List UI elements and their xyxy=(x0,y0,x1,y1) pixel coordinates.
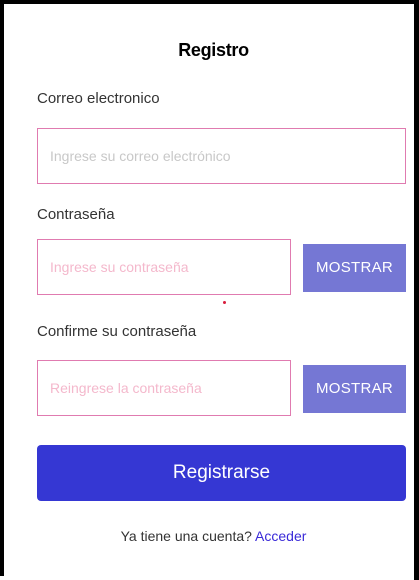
email-field[interactable] xyxy=(37,128,406,184)
registration-screen: Registro Correo electronico Contraseña M… xyxy=(0,0,419,580)
register-button[interactable]: Registrarse xyxy=(37,445,406,501)
login-link[interactable]: Acceder xyxy=(255,528,306,544)
confirm-password-field[interactable] xyxy=(37,360,291,416)
error-indicator-dot xyxy=(223,301,226,304)
show-confirm-password-button[interactable]: MOSTRAR xyxy=(303,365,406,413)
login-prompt: Ya tiene una cuenta? Acceder xyxy=(4,528,419,544)
confirm-password-label: Confirme su contraseña xyxy=(37,323,197,340)
password-label: Contraseña xyxy=(37,206,115,223)
window-edge xyxy=(414,4,419,580)
password-field[interactable] xyxy=(37,239,291,295)
show-password-button[interactable]: MOSTRAR xyxy=(303,244,406,292)
page-title: Registro xyxy=(178,40,249,60)
login-prompt-text: Ya tiene una cuenta? xyxy=(120,528,256,544)
email-label: Correo electronico xyxy=(37,90,160,107)
